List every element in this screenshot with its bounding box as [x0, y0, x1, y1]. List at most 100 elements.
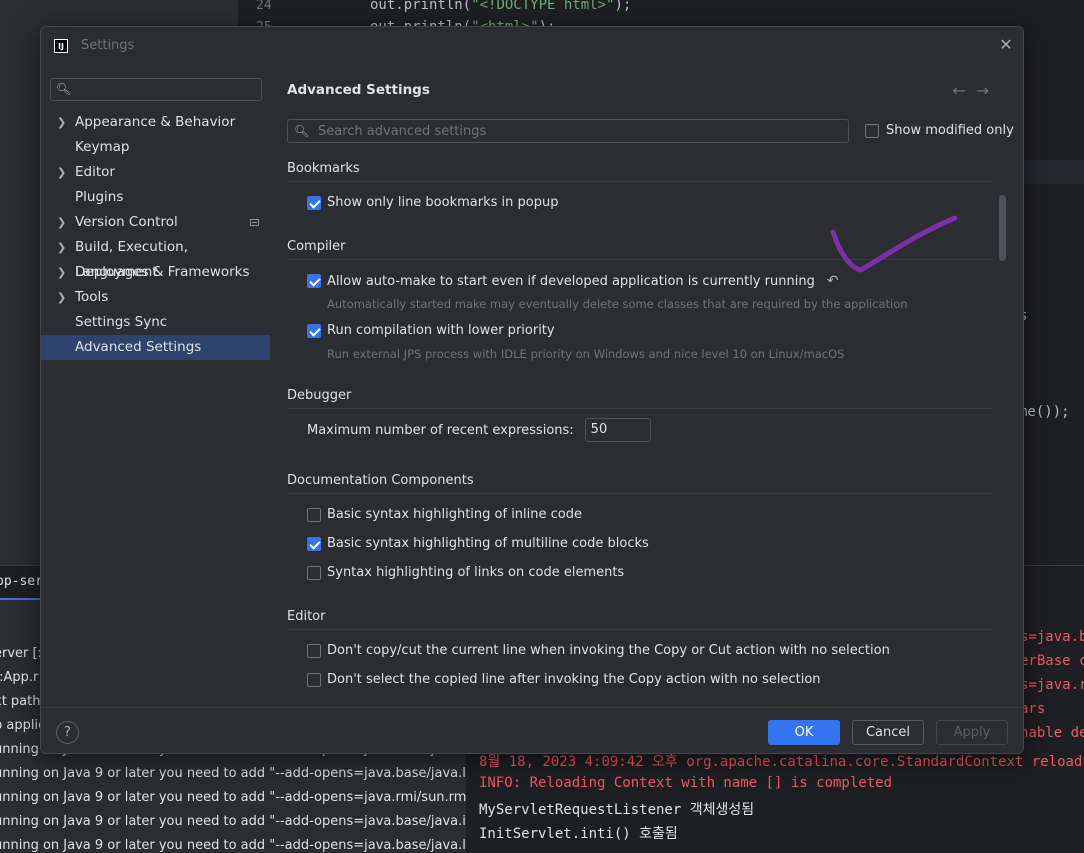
- cancel-button[interactable]: Cancel: [852, 720, 924, 745]
- chevron-right-icon[interactable]: ❯: [57, 110, 66, 135]
- reset-to-default-icon[interactable]: ↶: [827, 273, 839, 289]
- dialog-title: Settings: [81, 38, 135, 53]
- log-line: unning on Java 9 or later you need to ad…: [0, 838, 483, 853]
- links-highlighting-option[interactable]: Syntax highlighting of links on code ele…: [307, 565, 624, 580]
- checkbox[interactable]: [307, 195, 321, 210]
- section-editor: Editor: [287, 609, 993, 630]
- sidebar-item-advanced-settings[interactable]: Advanced Settings: [41, 335, 270, 360]
- chevron-right-icon[interactable]: ❯: [57, 235, 66, 260]
- vertical-scrollbar[interactable]: [999, 195, 1006, 261]
- checkbox-label: Show modified only: [886, 123, 1014, 138]
- checkbox[interactable]: [865, 123, 879, 138]
- option-label: Show only line bookmarks in popup: [327, 195, 559, 210]
- editor-highlight-stripe: [1024, 160, 1084, 184]
- option-label: Allow auto-make to start even if develop…: [327, 273, 815, 289]
- sidebar-item-version-control[interactable]: ❯ Version Control: [41, 210, 270, 235]
- log-line: r:App.r: [0, 670, 39, 685]
- inline-code-highlighting-option[interactable]: Basic syntax highlighting of inline code: [307, 507, 582, 522]
- sidebar-item-label: Plugins: [75, 189, 124, 205]
- section-title: Documentation Components: [287, 473, 993, 494]
- sidebar-item-label: Appearance & Behavior: [75, 114, 236, 130]
- close-icon[interactable]: ✕: [997, 36, 1015, 54]
- show-only-line-bookmarks-option[interactable]: Show only line bookmarks in popup: [307, 195, 558, 210]
- section-title: Editor: [287, 609, 993, 630]
- sidebar-item-label: Advanced Settings: [75, 339, 202, 355]
- checkbox[interactable]: [307, 274, 321, 288]
- chevron-right-icon[interactable]: ❯: [57, 210, 66, 235]
- log-line: xt path: [0, 694, 41, 709]
- sidebar-item-appearance-behavior[interactable]: ❯ Appearance & Behavior: [41, 110, 270, 135]
- option-label: Don't select the copied line after invok…: [327, 672, 821, 687]
- checkbox[interactable]: [307, 643, 321, 658]
- sidebar-item-label: Editor: [75, 164, 115, 180]
- help-button[interactable]: ?: [56, 721, 79, 744]
- max-recent-expressions-input[interactable]: 50: [584, 418, 651, 442]
- intellij-logo-icon: IJ: [54, 39, 68, 53]
- settings-tree: ❯ Appearance & Behavior Keymap ❯ Editor …: [41, 110, 270, 360]
- sidebar-item-build-execution-deployment[interactable]: ❯ Build, Execution, Deployment: [41, 235, 270, 280]
- line-number: 24: [256, 0, 272, 13]
- page-title: Advanced Settings: [287, 82, 430, 98]
- max-recent-expressions-row: Maximum number of recent expressions: 50: [307, 418, 651, 442]
- multiline-code-highlighting-option[interactable]: Basic syntax highlighting of multiline c…: [307, 536, 649, 551]
- dialog-footer: ? OK Cancel Apply: [41, 707, 1023, 753]
- dont-copy-cut-line-option[interactable]: Don't copy/cut the current line when inv…: [307, 643, 890, 658]
- search-input[interactable]: [316, 122, 836, 140]
- sidebar-item-tools[interactable]: ❯ Tools: [41, 285, 270, 310]
- checkbox[interactable]: [307, 672, 321, 687]
- checkbox[interactable]: [307, 323, 321, 338]
- dont-select-copied-line-option[interactable]: Don't select the copied line after invok…: [307, 672, 821, 687]
- console-line: s=java.b: [1020, 629, 1084, 645]
- sidebar-search-input[interactable]: 🔍︎: [50, 78, 262, 101]
- option-label: Don't copy/cut the current line when inv…: [327, 643, 890, 658]
- checkbox[interactable]: [307, 507, 321, 522]
- sidebar-item-keymap[interactable]: Keymap: [41, 135, 270, 160]
- section-documentation-components: Documentation Components: [287, 473, 993, 494]
- ok-button[interactable]: OK: [768, 720, 840, 745]
- run-compilation-lower-priority-option[interactable]: Run compilation with lower priority: [307, 323, 555, 338]
- sidebar-item-languages-frameworks[interactable]: ❯ Languages & Frameworks: [41, 260, 270, 285]
- show-modified-only-checkbox[interactable]: Show modified only: [865, 123, 1014, 138]
- option-description: Automatically started make may eventuall…: [327, 297, 908, 311]
- option-description: Run external JPS process with IDLE prior…: [327, 347, 845, 361]
- code-fragment: me());: [1019, 404, 1070, 420]
- sidebar-item-editor[interactable]: ❯ Editor: [41, 160, 270, 185]
- option-label: Syntax highlighting of links on code ele…: [327, 565, 625, 580]
- chevron-right-icon[interactable]: ❯: [57, 285, 66, 310]
- sidebar-item-label: Languages & Frameworks: [75, 264, 250, 280]
- console-line: INFO: Reloading Context with name [] is …: [479, 775, 893, 791]
- chevron-right-icon[interactable]: ❯: [57, 160, 66, 185]
- apply-button[interactable]: Apply: [936, 720, 1008, 745]
- option-label: Basic syntax highlighting of inline code: [327, 507, 582, 522]
- back-arrow-icon[interactable]: ←: [952, 81, 975, 100]
- sidebar-item-label: Keymap: [75, 139, 130, 155]
- dialog-titlebar[interactable]: IJ Settings ✕: [41, 27, 1023, 67]
- section-debugger: Debugger: [287, 388, 993, 409]
- search-icon: 🔍︎: [56, 82, 72, 96]
- advanced-settings-search[interactable]: 🔍︎: [287, 119, 849, 143]
- sidebar-item-label: Settings Sync: [75, 314, 168, 330]
- forward-arrow-icon[interactable]: →: [976, 81, 999, 100]
- section-title: Compiler: [287, 239, 993, 260]
- allow-auto-make-option[interactable]: Allow auto-make to start even if develop…: [307, 273, 839, 289]
- code-line: out.println("<!DOCTYPE html>");: [370, 0, 632, 13]
- console-line: InitServlet.inti() 호출됨: [479, 826, 678, 842]
- option-label: Basic syntax highlighting of multiline c…: [327, 536, 649, 551]
- option-label: Maximum number of recent expressions:: [307, 422, 574, 438]
- option-label: Run compilation with lower priority: [327, 323, 555, 338]
- checkbox[interactable]: [307, 536, 321, 551]
- settings-scroll-area[interactable]: Bookmarks Show only line bookmarks in po…: [270, 155, 1023, 707]
- sidebar-item-plugins[interactable]: Plugins: [41, 185, 270, 210]
- history-navigation: ←→: [952, 81, 999, 100]
- sidebar-item-settings-sync[interactable]: Settings Sync: [41, 310, 270, 335]
- chevron-right-icon[interactable]: ❯: [57, 260, 66, 285]
- console-line: MyServletRequestListener 객체생성됨: [479, 802, 755, 818]
- checkbox[interactable]: [307, 565, 321, 580]
- console-line: erBase c: [1020, 653, 1084, 669]
- section-compiler: Compiler: [287, 239, 993, 260]
- settings-dialog: IJ Settings ✕ 🔍︎ ❯ Appearance & Behavior…: [40, 26, 1024, 754]
- console-line: s=java.r: [1020, 677, 1084, 693]
- log-line: unning on Java 9 or later you need to ad…: [0, 766, 483, 781]
- project-level-icon: [250, 219, 259, 226]
- console-line: nable de: [1020, 725, 1084, 741]
